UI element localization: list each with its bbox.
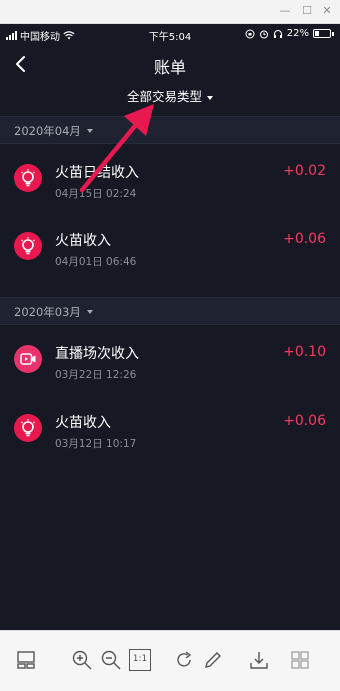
list-item[interactable]: 火苗日结收入 04月15日 02:24 +0.02 [0, 150, 340, 210]
item-name: 火苗收入 [55, 415, 111, 431]
video-camera-icon [14, 345, 42, 373]
item-amount: +0.10 [283, 344, 326, 360]
month-label: 2020年03月 [14, 305, 81, 319]
battery-icon [313, 29, 331, 38]
item-time: 03月12日 10:17 [55, 438, 137, 450]
month-header[interactable]: 2020年04月 [0, 116, 340, 144]
flame-bulb-icon [14, 164, 42, 192]
download-icon[interactable] [248, 649, 270, 671]
item-amount: +0.06 [283, 413, 326, 429]
list-item[interactable]: 直播场次收入 03月22日 12:26 +0.10 [0, 331, 340, 391]
month-label: 2020年04月 [14, 124, 81, 138]
minimize-icon[interactable]: — [278, 4, 292, 18]
viewer-toolbar: 1:1 [0, 630, 340, 691]
item-time: 03月22日 12:26 [55, 369, 137, 381]
item-amount: +0.06 [283, 231, 326, 247]
window-title-bar: — ☐ ✕ [0, 0, 340, 24]
rotate-icon[interactable] [173, 649, 195, 671]
transaction-type-filter[interactable]: 全部交易类型 [0, 86, 340, 105]
item-name: 火苗收入 [55, 233, 111, 249]
headphones-icon [273, 29, 282, 38]
edit-pencil-icon[interactable] [202, 649, 224, 671]
flame-bulb-icon [14, 232, 42, 260]
caret-down-icon [87, 310, 93, 314]
orientation-lock-icon [245, 29, 255, 38]
thumbnail-view-icon[interactable] [15, 649, 37, 671]
page-title: 账单 [153, 58, 186, 77]
status-bar: 中国移动 下午5:04 22% [0, 24, 340, 46]
filter-label: 全部交易类型 [126, 89, 202, 104]
battery-cap [332, 31, 334, 36]
flame-bulb-icon [14, 414, 42, 442]
close-icon[interactable]: ✕ [320, 4, 334, 18]
item-amount: +0.02 [283, 163, 326, 179]
actual-size-button[interactable]: 1:1 [129, 649, 151, 671]
nav-bar: 账单 [0, 46, 340, 82]
item-name: 直播场次收入 [55, 346, 139, 362]
month-header[interactable]: 2020年03月 [0, 297, 340, 325]
list-item[interactable]: 火苗收入 04月01日 06:46 +0.06 [0, 218, 340, 278]
item-name: 火苗日结收入 [55, 165, 139, 181]
caret-down-icon [87, 129, 93, 133]
item-time: 04月01日 06:46 [55, 256, 137, 268]
phone-screen: 中国移动 下午5:04 22% 账单 全部交易类型 2020年04月 火苗日结收… [0, 24, 340, 630]
item-time: 04月15日 02:24 [55, 188, 137, 200]
list-item[interactable]: 火苗收入 03月12日 10:17 +0.06 [0, 400, 340, 460]
zoom-in-icon[interactable] [71, 649, 93, 671]
maximize-icon[interactable]: ☐ [300, 4, 314, 18]
alarm-icon [259, 30, 268, 38]
more-icon[interactable] [289, 649, 311, 671]
battery-percent: 22% [286, 28, 309, 39]
zoom-out-icon[interactable] [100, 649, 122, 671]
caret-down-icon [207, 95, 213, 100]
